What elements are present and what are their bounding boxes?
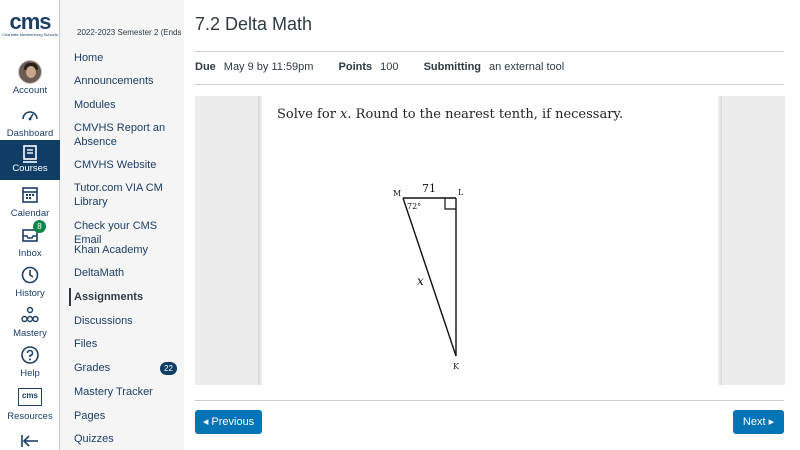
course-nav-assignments[interactable]: Assignments xyxy=(74,290,184,304)
course-nav-files[interactable]: Files xyxy=(74,337,184,351)
dashboard-icon xyxy=(22,111,38,121)
nav-help[interactable]: Help xyxy=(0,345,60,385)
vertex-k-label: K xyxy=(453,362,460,371)
course-nav-home[interactable]: Home xyxy=(74,51,184,65)
problem-page xyxy=(262,96,718,385)
page-title: 7.2 Delta Math xyxy=(195,14,313,34)
course-nav-announcements[interactable]: Announcements xyxy=(74,74,184,88)
nav-calendar-label: Calendar xyxy=(10,208,50,219)
clock-icon xyxy=(21,266,39,284)
next-button[interactable]: Next ▸ xyxy=(733,410,784,434)
triangle-diagram: M L K 71 72° x xyxy=(393,182,464,371)
submitting-label: Submitting xyxy=(423,61,482,73)
logo-text: cms xyxy=(9,9,51,34)
course-nav-khan-academy[interactable]: Khan Academy xyxy=(74,243,184,257)
nav-courses-label: Courses xyxy=(12,163,48,174)
logo-subtext: Charlotte-Mecklenburg Schools xyxy=(2,32,58,37)
course-nav-deltamath[interactable]: DeltaMath xyxy=(74,266,184,280)
nav-history[interactable]: History xyxy=(0,265,60,305)
course-nav-pages[interactable]: Pages xyxy=(74,409,184,423)
courses-icon xyxy=(23,145,37,163)
active-indicator xyxy=(69,288,71,306)
course-nav-modules[interactable]: Modules xyxy=(74,98,184,112)
vertex-l-label: L xyxy=(458,188,464,197)
nav-dashboard[interactable]: Dashboard xyxy=(0,105,60,145)
angle-m-label: 72° xyxy=(407,202,421,211)
course-nav-quizzes[interactable]: Quizzes xyxy=(74,432,184,446)
nav-mastery-label: Mastery xyxy=(13,328,47,339)
term-label: 2022-2023 Semester 2 (Ends 0... xyxy=(77,28,181,37)
course-nav-cmvhs-website[interactable]: CMVHS Website xyxy=(74,158,184,172)
due-value: May 9 by 11:59pm xyxy=(223,61,314,73)
cms-resources-icon: cms xyxy=(18,388,42,406)
cms-logo[interactable]: cms Charlotte-Mecklenburg Schools xyxy=(0,9,60,42)
nav-calendar[interactable]: Calendar xyxy=(0,185,60,225)
nav-courses[interactable]: Courses xyxy=(0,140,60,180)
collapse-nav-icon[interactable] xyxy=(20,433,40,449)
due-label: Due xyxy=(195,61,216,73)
right-angle-marker xyxy=(444,198,456,210)
side-mk xyxy=(402,197,457,357)
nav-inbox[interactable]: 8 Inbox xyxy=(0,220,60,265)
previous-button[interactable]: ◂ Previous xyxy=(195,410,262,434)
global-navigation: cms Charlotte-Mecklenburg Schools Accoun… xyxy=(0,0,60,450)
vertex-m-label: M xyxy=(393,189,401,198)
points-value: 100 xyxy=(380,61,399,73)
nav-inbox-label: Inbox xyxy=(18,248,42,259)
nav-history-label: History xyxy=(15,288,45,299)
question-text: Solve for x. Round to the nearest tenth,… xyxy=(277,107,624,122)
calendar-icon xyxy=(22,187,38,203)
nav-account-label: Account xyxy=(12,85,48,96)
nav-mastery[interactable]: Mastery xyxy=(0,305,60,345)
grades-count-badge: 22 xyxy=(160,362,177,375)
hypotenuse-label: x xyxy=(417,274,424,288)
course-nav-report-absence[interactable]: CMVHS Report an Absence xyxy=(74,121,184,149)
points-label: Points xyxy=(338,61,373,73)
inbox-badge: 8 xyxy=(33,220,46,233)
nav-resources[interactable]: cms Resources xyxy=(0,388,60,428)
course-nav-tutor[interactable]: Tutor.com VIA CM Library xyxy=(74,181,184,209)
nav-resources-label: Resources xyxy=(7,411,53,422)
nav-dashboard-label: Dashboard xyxy=(6,128,54,139)
header-divider xyxy=(195,51,784,52)
side-ml-length: 71 xyxy=(422,182,436,195)
submitting-value: an external tool xyxy=(489,61,565,73)
assignment-details: Due May 9 by 11:59pm Points 100 Submitting… xyxy=(195,61,586,73)
help-icon xyxy=(21,346,39,364)
footer-divider xyxy=(195,400,784,401)
nav-help-label: Help xyxy=(20,368,40,379)
course-nav-discussions[interactable]: Discussions xyxy=(74,314,184,328)
nav-account[interactable]: Account xyxy=(0,60,60,100)
mastery-icon xyxy=(21,306,39,323)
details-divider xyxy=(195,84,784,85)
page-shadow-right xyxy=(718,96,722,385)
avatar xyxy=(18,60,42,84)
course-nav-mastery-tracker[interactable]: Mastery Tracker xyxy=(74,385,184,399)
